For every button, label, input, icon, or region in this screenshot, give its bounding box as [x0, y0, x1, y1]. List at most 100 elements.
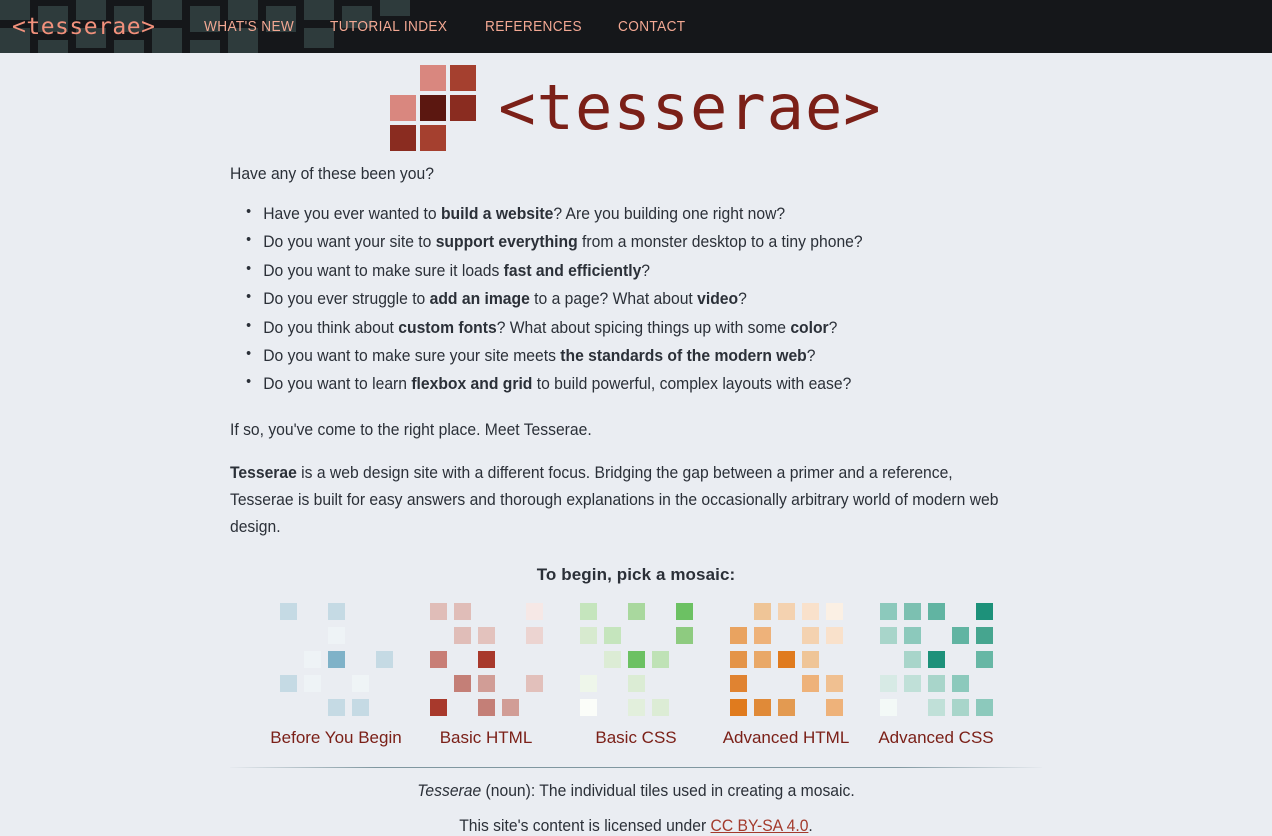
- mosaic-tile: [352, 651, 369, 668]
- about-paragraph: Tesserae is a web design site with a dif…: [230, 460, 1001, 540]
- mosaic-card-basic-html[interactable]: Basic HTML: [411, 602, 561, 748]
- mosaic-card-label: Advanced HTML: [722, 727, 850, 747]
- mosaic-card-label: Basic CSS: [595, 727, 677, 747]
- question-list-item: Do you want your site to support everyth…: [246, 227, 1002, 256]
- question-text: ?: [828, 318, 838, 337]
- mosaic-tile: [352, 603, 369, 620]
- mosaic-tile: [627, 602, 645, 620]
- mosaic-tile: [477, 674, 495, 692]
- license-line: This site's content is licensed under CC…: [250, 817, 1021, 836]
- mosaic-tile: [801, 602, 819, 620]
- mosaic-tile: [525, 626, 543, 644]
- mosaic-tile: [825, 626, 843, 644]
- logo-mosaic-tile: [450, 65, 477, 91]
- question-emphasis: custom fonts: [398, 318, 497, 337]
- mosaic-tile: [303, 650, 321, 668]
- mosaic-tile: [825, 602, 843, 620]
- question-list-item: Do you want to make sure your site meets…: [246, 341, 1002, 370]
- nav-link-references[interactable]: REFERENCES: [485, 19, 582, 35]
- mosaic-tile: [280, 699, 297, 716]
- logo-mosaic-tile: [420, 95, 447, 121]
- mosaic-tile: [952, 651, 969, 668]
- mosaic-tile: [327, 626, 345, 644]
- mosaic-tile: [429, 698, 447, 716]
- mosaic-tile: [652, 675, 669, 692]
- mosaic-tile: [603, 650, 621, 668]
- mosaic-tile: [304, 699, 321, 716]
- mosaic-tile: [526, 651, 543, 668]
- mosaic-tile: [525, 602, 543, 620]
- mosaic-card-advanced-css[interactable]: Advanced CSS: [861, 602, 1011, 748]
- mosaic-tile: [754, 675, 771, 692]
- site-footer: Tesserae (noun): The individual tiles us…: [230, 768, 1042, 836]
- question-list-item: Do you want to make sure it loads fast a…: [246, 256, 1002, 285]
- mosaic-grid: [879, 602, 993, 716]
- mosaic-tile: [801, 626, 819, 644]
- mosaic-tile: [454, 651, 471, 668]
- mosaic-tile: [477, 698, 495, 716]
- mosaic-card-label: Advanced CSS: [878, 727, 994, 747]
- mosaic-tile: [975, 650, 993, 668]
- mosaic-tile: [628, 627, 645, 644]
- mosaic-tile: [304, 603, 321, 620]
- mosaic-picker-row: Before You Begin Basic HTML Basic CSS Advan…: [230, 602, 1042, 748]
- mosaic-tile: [652, 627, 669, 644]
- mosaic-tile: [351, 698, 369, 716]
- question-text: Have you ever wanted to: [263, 205, 441, 223]
- mosaic-tile: [753, 698, 771, 716]
- mosaic-tile: [879, 626, 897, 644]
- question-text: Do you want to learn: [263, 375, 412, 394]
- navbar-background-tile: [304, 0, 334, 20]
- question-emphasis: build a website: [440, 205, 554, 223]
- brand-logo-link[interactable]: <tesserae>: [0, 14, 198, 40]
- mosaic-tile: [825, 698, 843, 716]
- mosaic-tile: [453, 626, 471, 644]
- navbar-background-tile: [228, 0, 258, 20]
- mosaic-tile: [351, 674, 369, 692]
- primary-navigation: WHAT'S NEW TUTORIAL INDEX REFERENCES CON…: [204, 19, 690, 35]
- mosaic-grid: [279, 602, 393, 716]
- mosaic-tile: [777, 698, 795, 716]
- question-emphasis: add an image: [429, 290, 530, 309]
- mosaic-tile: [951, 674, 969, 692]
- nav-link-contact[interactable]: CONTACT: [618, 19, 686, 35]
- logo-mosaic-tile: [390, 125, 417, 151]
- mosaic-grid: [579, 602, 693, 716]
- mosaic-card-before-you-begin[interactable]: Before You Begin: [261, 602, 411, 748]
- nav-link-whats-new[interactable]: WHAT'S NEW: [204, 19, 294, 35]
- mosaic-tile: [826, 651, 843, 668]
- mosaic-tile: [501, 698, 519, 716]
- mosaic-card-advanced-html[interactable]: Advanced HTML: [711, 602, 861, 748]
- question-list-item: Do you want to learn flexbox and grid to…: [246, 369, 1002, 398]
- license-post-text: .: [808, 816, 813, 835]
- navbar-background-tile: [190, 40, 220, 53]
- mosaic-tile: [651, 698, 669, 716]
- mosaic-tile: [879, 674, 897, 692]
- mosaic-tile: [279, 674, 297, 692]
- mosaic-tile: [430, 675, 447, 692]
- logo-mosaic-tile: [420, 125, 447, 151]
- mosaic-tile: [627, 650, 645, 668]
- mosaic-tile: [502, 675, 519, 692]
- mosaic-tile: [580, 651, 597, 668]
- site-logo-block: <tesserae>: [0, 53, 1272, 151]
- mosaic-tile: [477, 650, 495, 668]
- mosaic-grid: [429, 602, 543, 716]
- mosaic-tile: [502, 627, 519, 644]
- nav-link-tutorial-index[interactable]: TUTORIAL INDEX: [330, 19, 447, 35]
- question-emphasis: color: [790, 318, 829, 337]
- mosaic-tile: [453, 674, 471, 692]
- question-text: to a page? What about: [529, 290, 698, 309]
- mosaic-tile: [753, 650, 771, 668]
- navbar-background-tile: [380, 0, 410, 16]
- question-text: ? What about spicing things up with some: [496, 318, 791, 337]
- mosaic-tile: [604, 699, 621, 716]
- mosaic-tile: [502, 651, 519, 668]
- mosaic-tile: [526, 699, 543, 716]
- license-link[interactable]: CC BY-SA 4.0: [711, 817, 809, 835]
- mosaic-tile: [928, 627, 945, 644]
- mosaic-card-basic-css[interactable]: Basic CSS: [561, 602, 711, 748]
- mosaic-tile: [502, 603, 519, 620]
- question-emphasis: flexbox and grid: [411, 375, 533, 394]
- navbar-background-tile: [114, 40, 144, 53]
